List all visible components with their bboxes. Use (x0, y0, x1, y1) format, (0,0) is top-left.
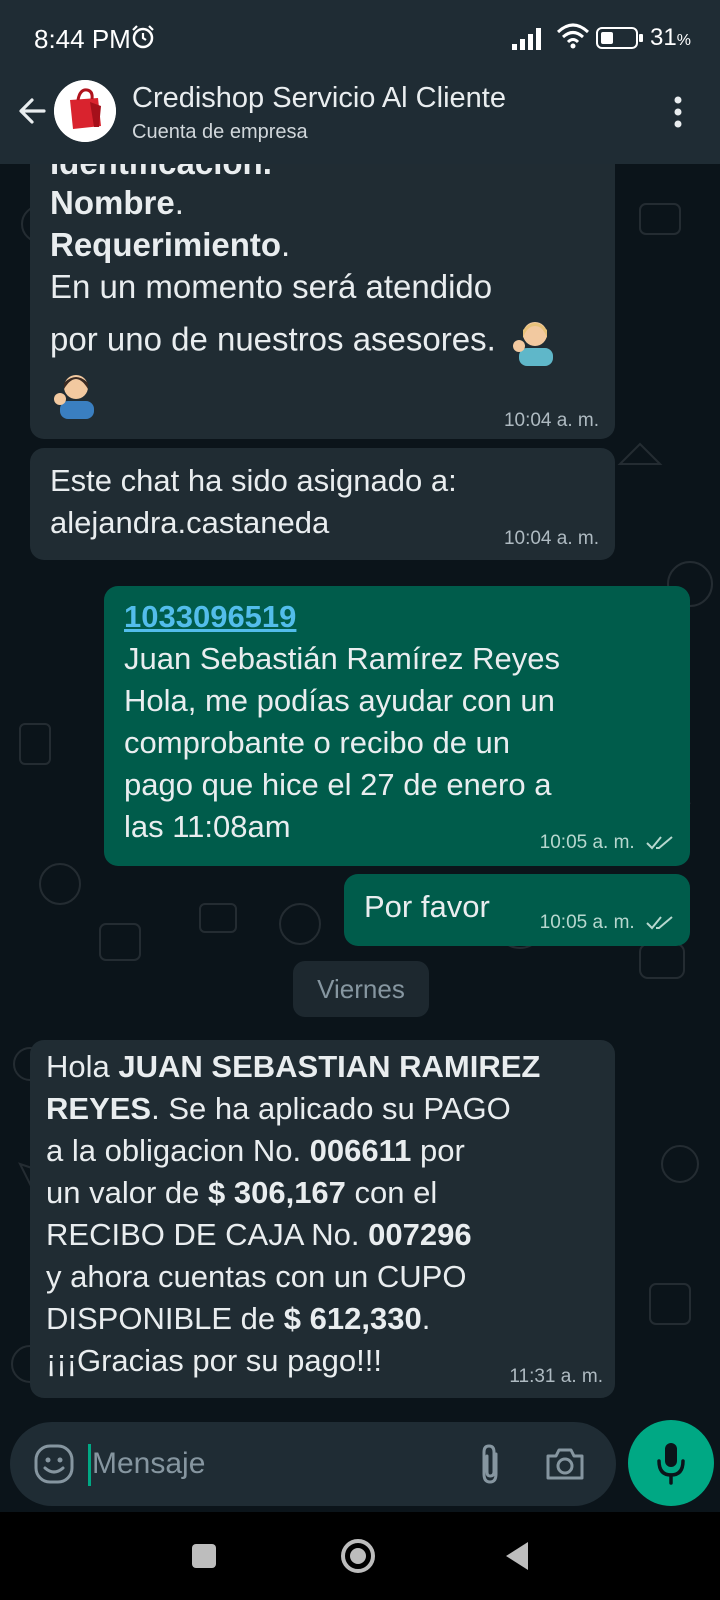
message-line: Juan Sebastián Ramírez Reyes (124, 641, 560, 676)
message-bubble-incoming[interactable]: Este chat ha sido asignado a: alejandra.… (30, 448, 615, 560)
message-text-partial: Identificación. (50, 164, 272, 184)
emoji-icon[interactable] (32, 1442, 76, 1486)
chat-area[interactable]: Identificación. Nombre. Requerimiento. E… (0, 164, 720, 1412)
contact-subtitle: Cuenta de empresa (132, 121, 308, 143)
message-time: 10:04 a. m. (503, 528, 599, 549)
message-line: RECIBO DE CAJA No. 007296 (46, 1217, 472, 1252)
message-line: Por favor (364, 889, 490, 924)
back-nav-icon[interactable] (502, 1540, 532, 1572)
signal-icon (512, 28, 541, 50)
message-input[interactable] (92, 1442, 452, 1486)
message-line: Este chat ha sido asignado a: (50, 463, 457, 498)
message-line: un valor de $ 306,167 con el (46, 1175, 438, 1210)
message-line: alejandra.castaneda (50, 505, 330, 540)
battery-icon (596, 27, 643, 49)
phone-number-link[interactable]: 1033096519 (124, 596, 296, 638)
home-nav-icon[interactable] (340, 1538, 376, 1574)
message-line: Hola, me podías ayudar con un (124, 683, 555, 718)
mic-icon (657, 1443, 685, 1485)
message-input-container[interactable] (10, 1422, 616, 1506)
message-time: 10:05 a. m. (540, 912, 674, 934)
message-line: a la obligacion No. 006611 por (46, 1133, 465, 1168)
recents-nav-icon[interactable] (190, 1542, 218, 1570)
wifi-icon (556, 23, 590, 49)
contact-name[interactable]: Credishop Servicio Al Cliente (132, 82, 506, 115)
day-separator: Viernes (293, 961, 429, 1017)
message-line: ¡¡¡Gracias por su pago!!! (46, 1343, 382, 1378)
back-arrow-icon[interactable] (12, 90, 54, 132)
message-time: 10:04 a. m. (503, 410, 599, 431)
message-composer (0, 1412, 720, 1512)
double-check-icon (646, 916, 673, 930)
double-check-icon (646, 836, 673, 850)
message-line: comprobante o recibo de un (124, 725, 511, 760)
alarm-icon (132, 25, 154, 49)
message-line: Requerimiento. (50, 226, 291, 263)
text-cursor (88, 1444, 91, 1486)
attach-icon[interactable] (472, 1442, 508, 1486)
message-line: REYES. Se ha aplicado su PAGO (46, 1091, 511, 1126)
shop-bag-avatar (54, 80, 116, 142)
message-line: DISPONIBLE de $ 612,330. (46, 1301, 431, 1336)
battery-percent: 31% (650, 24, 691, 51)
message-line: En un momento será atendido (50, 268, 493, 305)
chat-header: Credishop Servicio Al Cliente Cuenta de … (0, 76, 720, 164)
message-bubble-incoming[interactable]: Hola JUAN SEBASTIAN RAMIREZ REYES. Se ha… (30, 1040, 615, 1398)
person-tipping-hand-emoji-icon (512, 322, 553, 366)
message-bubble-outgoing[interactable]: Por favor 10:05 a. m. (344, 874, 690, 946)
message-line: las 11:08am (124, 809, 291, 844)
camera-icon[interactable] (544, 1444, 586, 1484)
system-nav-bar (0, 1512, 720, 1600)
status-time: 8:44 PM (34, 24, 131, 54)
person-tipping-hand-emoji-icon (54, 375, 94, 419)
voice-record-button[interactable] (628, 1420, 714, 1506)
message-line: pago que hice el 27 de enero a (124, 767, 552, 802)
more-vert-icon[interactable] (668, 94, 688, 130)
message-line: y ahora cuentas con un CUPO (46, 1259, 467, 1294)
avatar[interactable] (54, 80, 116, 142)
message-time: 10:05 a. m. (540, 832, 674, 854)
message-line: por uno de nuestros asesores. (50, 316, 557, 368)
message-time: 11:31 a. m. (509, 1366, 603, 1387)
message-line: Nombre. (50, 184, 184, 221)
message-bubble-outgoing[interactable]: 1033096519 Juan Sebastián Ramírez Reyes … (104, 586, 690, 866)
message-bubble-incoming[interactable]: Identificación. Nombre. Requerimiento. E… (30, 164, 615, 439)
message-line: Hola JUAN SEBASTIAN RAMIREZ (46, 1049, 541, 1084)
status-bar: 8:44 PM 31% (0, 0, 720, 76)
